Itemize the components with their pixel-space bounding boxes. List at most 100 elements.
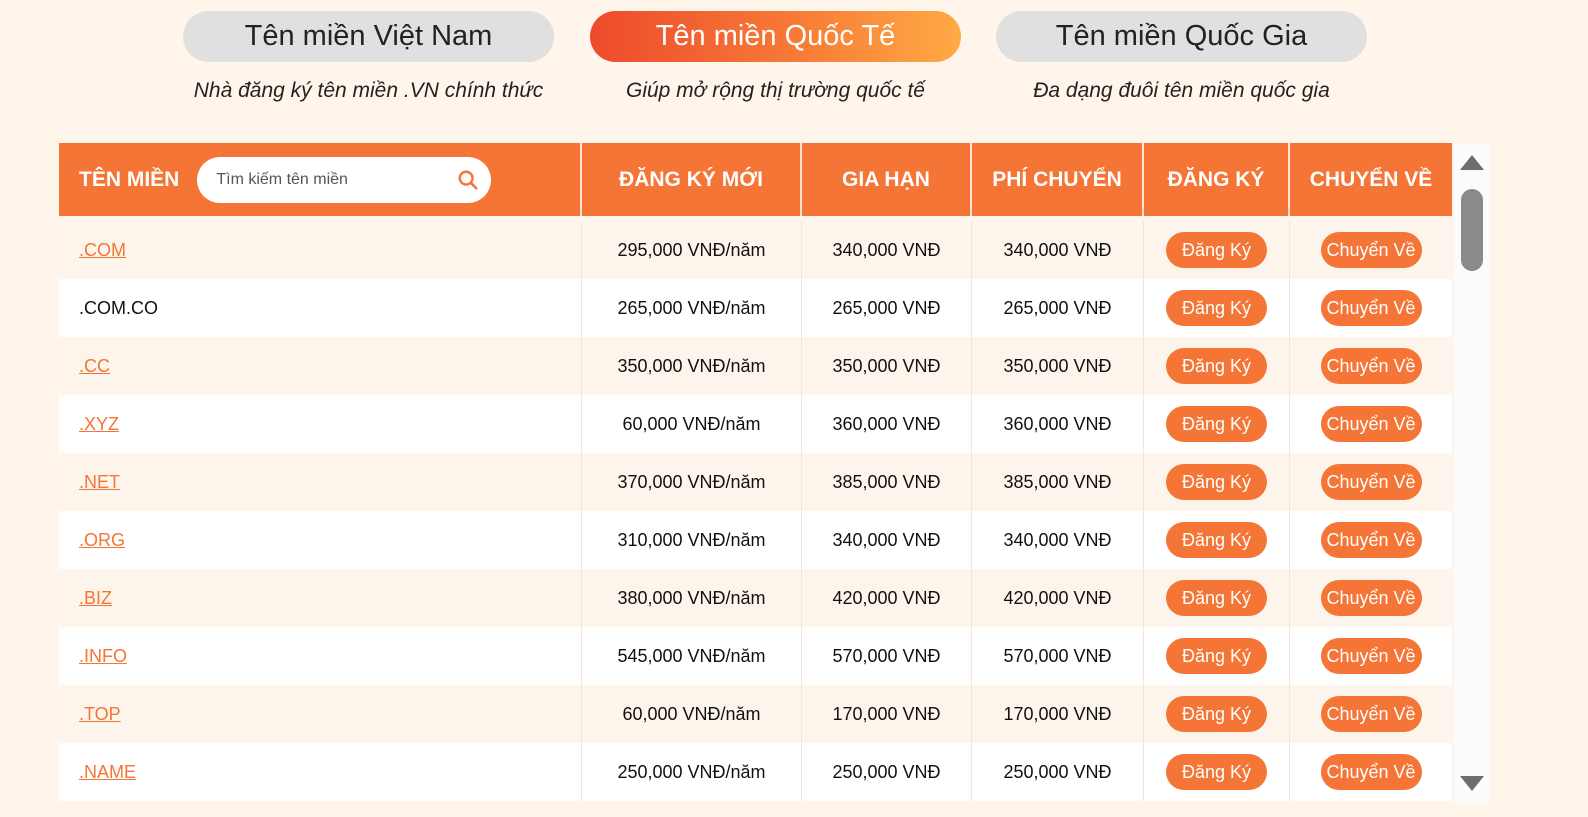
cell-renew-price: 340,000 VNĐ	[802, 511, 972, 569]
search-icon[interactable]	[457, 169, 479, 191]
cell-transfer: Chuyển Về	[1290, 627, 1452, 685]
tab-subtitle-vietnam: Nhà đăng ký tên miền .VN chính thức	[193, 79, 544, 102]
cell-register: Đăng Ký	[1144, 569, 1290, 627]
cell-new-price: 545,000 VNĐ/năm	[582, 627, 802, 685]
cell-new-price: 350,000 VNĐ/năm	[582, 337, 802, 395]
header-domain-label: TÊN MIỀN	[79, 167, 180, 191]
cell-register: Đăng Ký	[1144, 453, 1290, 511]
transfer-button[interactable]: Chuyển Về	[1320, 638, 1422, 674]
header-domain: TÊN MIỀN	[59, 143, 582, 216]
transfer-button[interactable]: Chuyển Về	[1320, 754, 1422, 790]
cell-transfer-fee: 570,000 VNĐ	[972, 627, 1144, 685]
tab-international-domains[interactable]: Tên miền Quốc Tế	[590, 11, 961, 62]
register-button[interactable]: Đăng Ký	[1166, 580, 1267, 616]
cell-new-price: 370,000 VNĐ/năm	[582, 453, 802, 511]
table-row: .CC 350,000 VNĐ/năm 350,000 VNĐ 350,000 VNĐ…	[59, 337, 1452, 395]
cell-transfer-fee: 340,000 VNĐ	[972, 511, 1144, 569]
tab-subtitle-country: Đa dạng đuôi tên miền quốc gia	[1033, 79, 1330, 102]
cell-register: Đăng Ký	[1144, 337, 1290, 395]
table-row: .ORG 310,000 VNĐ/năm 340,000 VNĐ 340,000 VN…	[59, 511, 1452, 569]
register-button[interactable]: Đăng Ký	[1166, 464, 1267, 500]
register-button[interactable]: Đăng Ký	[1166, 754, 1267, 790]
cell-transfer-fee: 265,000 VNĐ	[972, 279, 1144, 337]
scrollbar-thumb[interactable]	[1461, 189, 1483, 271]
register-button[interactable]: Đăng Ký	[1166, 232, 1267, 268]
domain-tabs: Tên miền Việt Nam Tên miền Quốc Tế Tên m…	[0, 11, 1588, 63]
cell-domain: .COM.CO	[59, 279, 582, 337]
cell-transfer-fee: 250,000 VNĐ	[972, 743, 1144, 801]
transfer-button[interactable]: Chuyển Về	[1320, 580, 1422, 616]
cell-new-price: 265,000 VNĐ/năm	[582, 279, 802, 337]
domain-link[interactable]: .ORG	[79, 530, 125, 551]
cell-register: Đăng Ký	[1144, 395, 1290, 453]
table-row: .XYZ 60,000 VNĐ/năm 360,000 VNĐ 360,000 VNĐ…	[59, 395, 1452, 453]
cell-register: Đăng Ký	[1144, 279, 1290, 337]
transfer-button[interactable]: Chuyển Về	[1320, 290, 1422, 326]
register-button[interactable]: Đăng Ký	[1166, 522, 1267, 558]
transfer-button[interactable]: Chuyển Về	[1320, 522, 1422, 558]
cell-transfer: Chuyển Về	[1290, 743, 1452, 801]
tab-vietnam-domains[interactable]: Tên miền Việt Nam	[183, 11, 554, 62]
cell-new-price: 295,000 VNĐ/năm	[582, 221, 802, 279]
table-row: .COM.CO 265,000 VNĐ/năm 265,000 VNĐ 265,000…	[59, 279, 1452, 337]
cell-new-price: 60,000 VNĐ/năm	[582, 395, 802, 453]
domain-link[interactable]: .CC	[79, 356, 110, 377]
cell-register: Đăng Ký	[1144, 511, 1290, 569]
tab-country-domains[interactable]: Tên miền Quốc Gia	[996, 11, 1367, 62]
scroll-up-arrow-icon[interactable]	[1460, 155, 1484, 170]
cell-renew-price: 385,000 VNĐ	[802, 453, 972, 511]
domain-price-table: TÊN MIỀN ĐĂNG KÝ MỚI GIA HẠN PHÍ CHUYỂN …	[59, 143, 1452, 803]
tab-label: Tên miền Việt Nam	[244, 20, 493, 52]
domain-link[interactable]: .INFO	[79, 646, 127, 667]
cell-transfer: Chuyển Về	[1290, 395, 1452, 453]
cell-renew-price: 420,000 VNĐ	[802, 569, 972, 627]
header-register: ĐĂNG KÝ	[1144, 143, 1290, 216]
transfer-button[interactable]: Chuyển Về	[1320, 406, 1422, 442]
domain-link[interactable]: .COM	[79, 240, 126, 261]
domain-link[interactable]: .TOP	[79, 704, 121, 725]
cell-transfer: Chuyển Về	[1290, 685, 1452, 743]
cell-transfer: Chuyển Về	[1290, 221, 1452, 279]
domain-link[interactable]: .NET	[79, 472, 120, 493]
transfer-button[interactable]: Chuyển Về	[1320, 464, 1422, 500]
tab-subtitle-international: Giúp mở rộng thị trường quốc tế	[625, 79, 925, 102]
table-scrollbar[interactable]	[1454, 143, 1490, 803]
transfer-button[interactable]: Chuyển Về	[1320, 696, 1422, 732]
cell-domain: .XYZ	[59, 395, 582, 453]
cell-domain: .TOP	[59, 685, 582, 743]
domain-link[interactable]: .NAME	[79, 762, 136, 783]
table-row: .NET 370,000 VNĐ/năm 385,000 VNĐ 385,000 VN…	[59, 453, 1452, 511]
cell-register: Đăng Ký	[1144, 685, 1290, 743]
domain-search-box	[197, 156, 492, 203]
cell-domain: .NAME	[59, 743, 582, 801]
header-transfer-fee: PHÍ CHUYỂN	[972, 143, 1144, 216]
cell-transfer: Chuyển Về	[1290, 453, 1452, 511]
cell-transfer: Chuyển Về	[1290, 569, 1452, 627]
register-button[interactable]: Đăng Ký	[1166, 696, 1267, 732]
header-transfer: CHUYỂN VỀ	[1309, 167, 1433, 191]
cell-domain: .INFO	[59, 627, 582, 685]
cell-register: Đăng Ký	[1144, 743, 1290, 801]
register-button[interactable]: Đăng Ký	[1166, 348, 1267, 384]
register-button[interactable]: Đăng Ký	[1166, 638, 1267, 674]
register-button[interactable]: Đăng Ký	[1166, 290, 1267, 326]
header-new-registration: ĐĂNG KÝ MỚI	[582, 143, 802, 216]
register-button[interactable]: Đăng Ký	[1166, 406, 1267, 442]
cell-transfer: Chuyển Về	[1290, 279, 1452, 337]
domain-search-input[interactable]	[216, 170, 458, 189]
cell-new-price: 310,000 VNĐ/năm	[582, 511, 802, 569]
cell-transfer: Chuyển Về	[1290, 337, 1452, 395]
table-row: .TOP 60,000 VNĐ/năm 170,000 VNĐ 170,000 VNĐ…	[59, 685, 1452, 743]
domain-link[interactable]: .BIZ	[79, 588, 112, 609]
table-row: .COM 295,000 VNĐ/năm 340,000 VNĐ 340,000 VN…	[59, 221, 1452, 279]
cell-transfer-fee: 350,000 VNĐ	[972, 337, 1144, 395]
cell-renew-price: 170,000 VNĐ	[802, 685, 972, 743]
cell-transfer-fee: 170,000 VNĐ	[972, 685, 1144, 743]
scroll-down-arrow-icon[interactable]	[1460, 776, 1484, 791]
domain-link[interactable]: .XYZ	[79, 414, 119, 435]
cell-renew-price: 350,000 VNĐ	[802, 337, 972, 395]
table-row: .BIZ 380,000 VNĐ/năm 420,000 VNĐ 420,000 VN…	[59, 569, 1452, 627]
transfer-button[interactable]: Chuyển Về	[1320, 348, 1422, 384]
transfer-button[interactable]: Chuyển Về	[1320, 232, 1422, 268]
table-body: .COM 295,000 VNĐ/năm 340,000 VNĐ 340,000 VN…	[59, 221, 1452, 801]
